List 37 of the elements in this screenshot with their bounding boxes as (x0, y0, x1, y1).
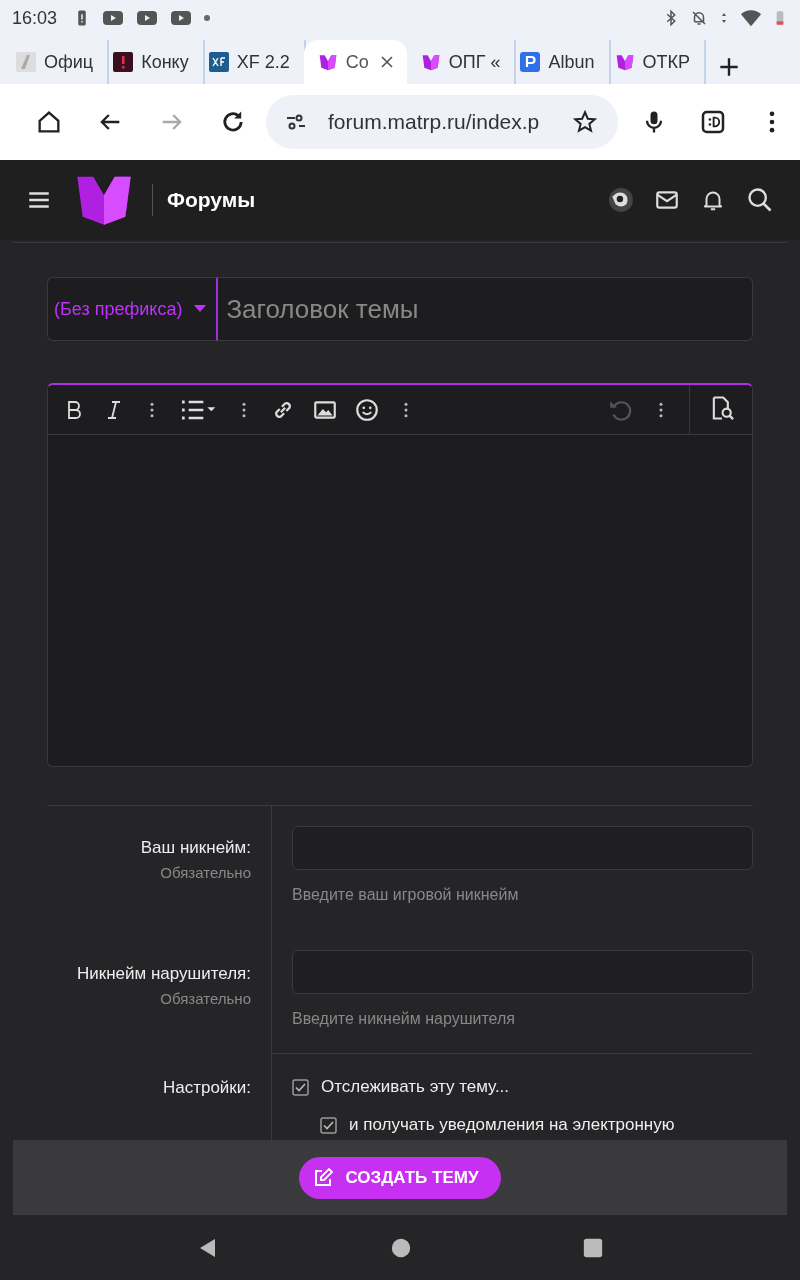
text-field[interactable] (292, 950, 753, 995)
checkbox[interactable] (292, 1078, 309, 1096)
field-label: Ваш никнейм: (139, 838, 251, 858)
m-favicon-icon (614, 52, 635, 72)
checkbox[interactable] (320, 1116, 337, 1134)
forum-title[interactable]: Форумы (167, 188, 256, 212)
bookmark-star-icon[interactable] (572, 109, 598, 135)
create-thread-button[interactable]: СОЗДАТЬ ТЕМУ (299, 1156, 501, 1199)
smiley-icon[interactable] (354, 396, 380, 423)
dot-icon (203, 14, 212, 22)
text-field[interactable] (292, 826, 753, 870)
wifi-icon (740, 7, 762, 29)
alert-favicon-icon (113, 52, 134, 72)
m-favicon-icon (420, 52, 441, 72)
address-bar[interactable]: forum.matrp.ru/index.p (266, 95, 618, 149)
field-help: Введите никнейм нарушителя (292, 1010, 516, 1029)
clock: 16:03 (12, 7, 58, 29)
required-note: Обязательно (159, 990, 251, 1008)
forum-favicon-icon (208, 52, 229, 72)
p-favicon-icon (520, 52, 541, 72)
url-text: forum.matrp.ru/index.p (328, 110, 541, 134)
checkbox-label: и получать уведомления на электронную (349, 1113, 675, 1136)
checkbox-label: Отслеживать эту тему... (321, 1075, 510, 1098)
sketch-favicon-icon (16, 52, 36, 72)
recents-nav-icon[interactable] (582, 1236, 604, 1259)
m-favicon-icon (317, 52, 338, 72)
field-label: Никнейм нарушителя: (75, 964, 251, 985)
prefix-dropdown[interactable]: (Без префикса) (47, 277, 219, 341)
field-label: Настройки: (161, 1077, 251, 1098)
field-help: Введите ваш игровой никнейм (292, 886, 520, 904)
required-note: Обязательно (159, 864, 251, 881)
muted-bell-icon (690, 9, 708, 27)
browser-tab[interactable]: Co (303, 40, 407, 84)
caret-icon (194, 305, 207, 313)
title-field[interactable]: Заголовок темы (218, 277, 753, 341)
home-nav-icon[interactable] (390, 1236, 412, 1259)
search-icon[interactable] (746, 186, 774, 214)
